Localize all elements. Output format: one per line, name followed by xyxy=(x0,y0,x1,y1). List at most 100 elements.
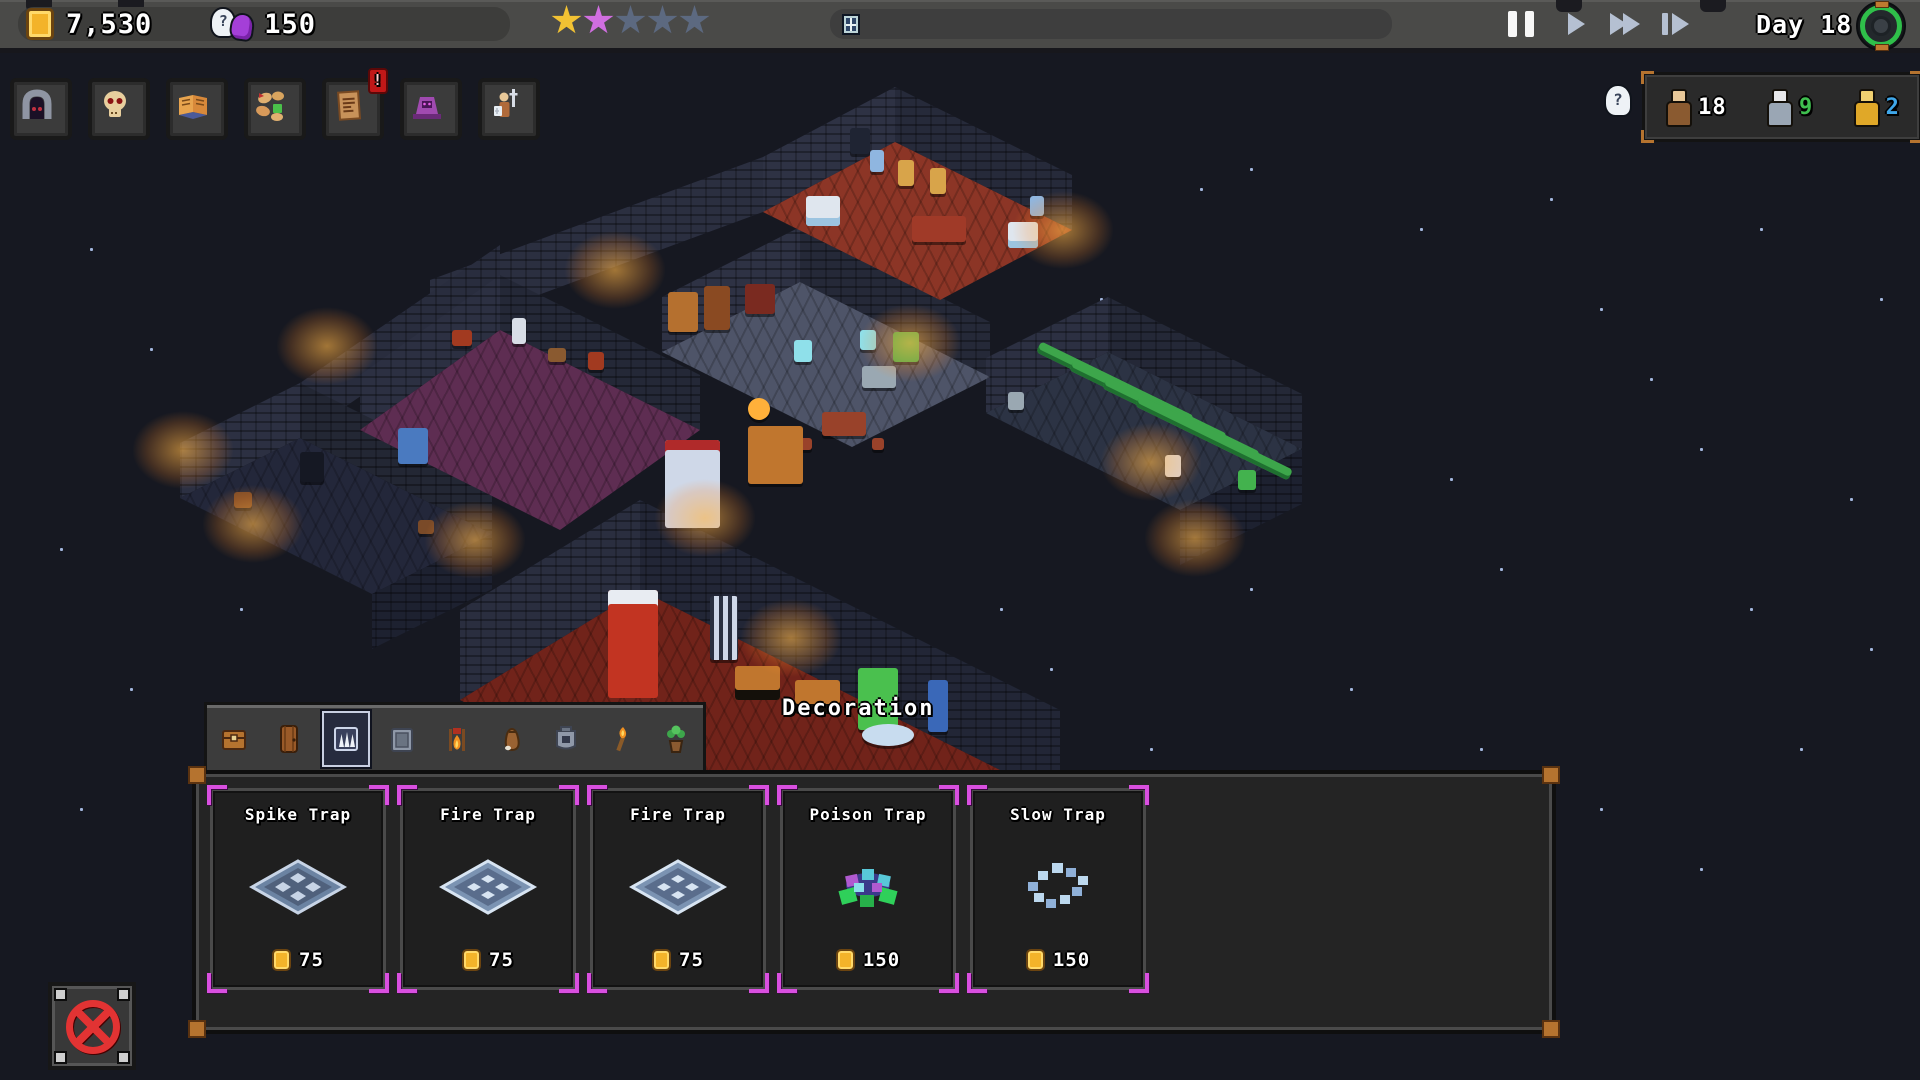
contracts-button[interactable]: ! xyxy=(322,68,388,140)
torch-icon xyxy=(616,727,627,752)
help-ghost-icon[interactable]: ? xyxy=(1604,84,1632,117)
gold-coin-icon xyxy=(26,8,54,40)
furniture[interactable] xyxy=(735,666,780,700)
furniture[interactable] xyxy=(418,520,434,534)
furniture[interactable] xyxy=(748,398,770,420)
supplies-icon xyxy=(256,91,284,121)
dungeon-rating-stars xyxy=(551,5,710,36)
furniture[interactable] xyxy=(548,348,566,362)
furniture[interactable] xyxy=(608,590,658,698)
panel-corner-ornament xyxy=(1542,766,1560,784)
tab-torches[interactable] xyxy=(599,713,643,765)
furniture[interactable] xyxy=(1165,455,1181,477)
furniture[interactable] xyxy=(912,216,966,242)
tab-plants[interactable] xyxy=(654,713,698,765)
furniture[interactable] xyxy=(300,452,324,482)
furniture[interactable] xyxy=(668,292,698,332)
tab-doors[interactable] xyxy=(267,713,311,765)
tab-sacks[interactable] xyxy=(490,713,534,765)
chest-icon xyxy=(222,730,247,750)
furniture[interactable] xyxy=(665,440,720,528)
rivet-ornament xyxy=(54,988,67,1001)
pause-button[interactable] xyxy=(1508,11,1538,37)
souls-icon: ? xyxy=(210,7,264,43)
furniture[interactable] xyxy=(862,366,896,388)
build-items-panel: Spike Trap 75 Fire Trap 75 Fire Trap 75 … xyxy=(188,766,1560,1038)
star-icon xyxy=(551,5,582,34)
bar-ornament xyxy=(1556,0,1582,12)
day-progress-bar xyxy=(830,9,1392,39)
cancel-icon xyxy=(66,1000,120,1054)
tab-spike-traps[interactable] xyxy=(321,711,370,767)
furniture[interactable] xyxy=(704,286,730,330)
panel-corner-ornament xyxy=(1910,71,1920,84)
furniture[interactable] xyxy=(822,412,866,436)
worker-count-servants: 9 xyxy=(1765,89,1813,127)
dungeon-gate-button[interactable] xyxy=(10,78,72,140)
portal-ring-icon xyxy=(1860,5,1902,47)
rivet-ornament xyxy=(117,1051,130,1064)
game-window: Decoration 7,530 ? 150 Day 18 ! ? 18 9 2… xyxy=(0,0,1920,1080)
cancel-build-button[interactable] xyxy=(48,982,136,1070)
build-card-poison-trap[interactable]: Poison Trap 150 xyxy=(777,785,959,993)
rivet-ornament xyxy=(54,1051,67,1064)
menu-portal-button[interactable] xyxy=(1856,1,1906,51)
monsters-button[interactable] xyxy=(88,78,150,140)
heroes-button[interactable] xyxy=(478,78,540,140)
supplies-button[interactable] xyxy=(244,78,306,140)
build-card-fire-trap[interactable]: Fire Trap 75 xyxy=(397,785,579,993)
furnace-icon xyxy=(556,726,577,750)
build-card-spike-trap[interactable]: Spike Trap 75 xyxy=(207,785,389,993)
panel-corner-ornament xyxy=(188,1020,206,1038)
bar-ornament xyxy=(1700,0,1726,12)
rivet-ornament xyxy=(117,988,130,1001)
portal-ornament xyxy=(1875,1,1889,8)
furniture[interactable] xyxy=(1030,196,1044,216)
build-card-list: Spike Trap 75 Fire Trap 75 Fire Trap 75 … xyxy=(207,785,1149,993)
card-price: 75 xyxy=(652,949,704,971)
furniture[interactable] xyxy=(1008,222,1038,248)
furniture[interactable] xyxy=(1008,392,1024,410)
furniture[interactable] xyxy=(850,128,870,154)
furniture[interactable] xyxy=(398,428,428,464)
furniture[interactable] xyxy=(710,596,738,660)
furniture[interactable] xyxy=(794,340,812,362)
hover-tooltip: Decoration xyxy=(782,696,935,721)
star-icon xyxy=(583,5,614,34)
panel-corner-ornament xyxy=(1641,130,1654,143)
play-button[interactable] xyxy=(1568,13,1585,39)
door-icon xyxy=(279,725,298,753)
furniture[interactable] xyxy=(893,332,919,362)
furniture[interactable] xyxy=(452,330,472,346)
build-card-slow-trap[interactable]: Slow Trap 150 xyxy=(967,785,1149,993)
furniture[interactable] xyxy=(512,318,526,344)
furniture[interactable] xyxy=(860,330,876,350)
furniture[interactable] xyxy=(588,352,604,370)
furniture[interactable] xyxy=(748,426,803,484)
card-price: 150 xyxy=(835,949,900,971)
furniture[interactable] xyxy=(862,724,914,746)
furniture[interactable] xyxy=(870,150,884,172)
tab-furnaces[interactable] xyxy=(544,713,588,765)
tab-furniture[interactable] xyxy=(212,713,256,765)
slow-trap-icon xyxy=(1006,824,1110,949)
furniture[interactable] xyxy=(806,196,840,226)
main-toolbar: ! xyxy=(10,68,540,140)
furniture[interactable] xyxy=(745,284,775,314)
poison-trap-icon xyxy=(816,824,920,949)
worker-gold-icon xyxy=(1852,89,1880,127)
plant-icon xyxy=(666,725,685,753)
dungeon-gate-icon xyxy=(22,89,52,119)
souls-amount: 150 xyxy=(264,8,317,40)
tab-floor-plates[interactable] xyxy=(380,713,424,765)
furniture[interactable] xyxy=(898,160,914,186)
furniture[interactable] xyxy=(234,492,252,508)
card-price: 75 xyxy=(462,949,514,971)
altar-button[interactable] xyxy=(400,78,462,140)
furniture[interactable] xyxy=(872,438,884,450)
furniture[interactable] xyxy=(930,168,946,194)
journal-button[interactable] xyxy=(166,78,228,140)
furniture[interactable] xyxy=(1238,470,1256,490)
build-card-fire-trap[interactable]: Fire Trap 75 xyxy=(587,785,769,993)
tab-campfires[interactable] xyxy=(435,713,479,765)
